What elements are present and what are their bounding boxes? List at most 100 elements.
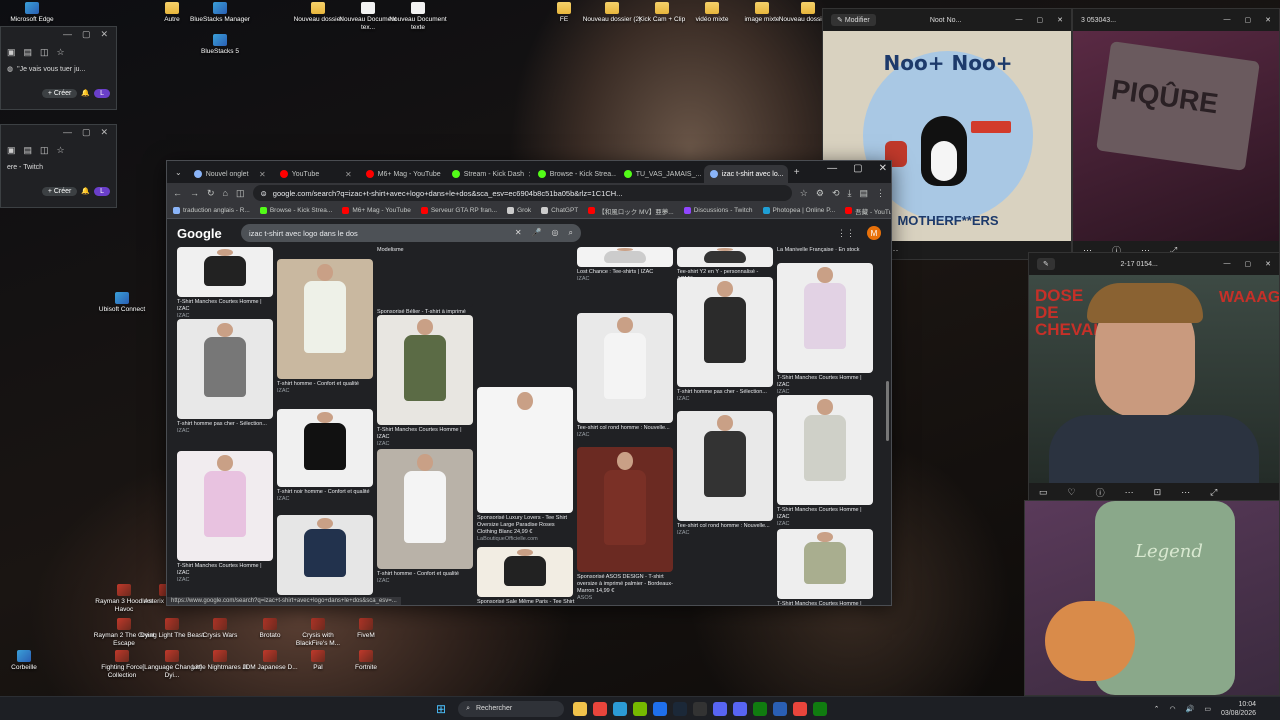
home-icon[interactable]: ⌂: [223, 188, 228, 198]
maximize-icon[interactable]: ▢: [853, 163, 862, 174]
files-icon[interactable]: [573, 701, 588, 716]
side-window-top[interactable]: — ▢ ✕ ▣ ▤ ◫ ☆ ◍ "Je vais vous tuer ju... + Cré…: [0, 26, 117, 110]
result-image[interactable]: [377, 247, 473, 307]
forward-icon[interactable]: →: [190, 188, 199, 198]
result-caption[interactable]: T-Shirt Manches Courtes Homme | IZACIZAC: [177, 563, 275, 584]
desktop-icon[interactable]: BlueStacks 5: [188, 34, 252, 56]
bookmark[interactable]: Grok: [507, 207, 531, 214]
window-controls[interactable]: — ▢ ✕: [1, 27, 116, 43]
mic-icon[interactable]: 🎤: [532, 228, 542, 238]
browser-tab[interactable]: Nouvel onglet ✕: [188, 165, 272, 183]
obs-icon[interactable]: [693, 701, 708, 716]
create-button[interactable]: + Créer: [41, 88, 78, 98]
taskbar-search[interactable]: ⌕ Rechercher: [458, 700, 565, 717]
menu-icon[interactable]: ⋮: [876, 188, 885, 199]
side-window-bottom[interactable]: — ▢ ✕ ▣ ▤ ◫ ☆ ere - Twitch + Créer 🔔 L: [0, 124, 117, 208]
avatar[interactable]: L: [94, 88, 110, 98]
account-avatar[interactable]: M: [867, 226, 881, 240]
result-image[interactable]: [277, 409, 373, 487]
result-caption[interactable]: T-shirt homme pas cher - Sélection... IZA…: [177, 421, 275, 435]
lens-icon[interactable]: ◎: [552, 228, 559, 238]
result-caption[interactable]: T-shirt homme pas cher - Sélection... IZA…: [677, 389, 775, 403]
app-icon[interactable]: [773, 701, 788, 716]
result-image[interactable]: [177, 247, 273, 297]
sidebar-icon[interactable]: ◫: [236, 188, 245, 199]
list-item[interactable]: ◍ "Je vais vous tuer ju...: [1, 61, 116, 77]
search-icon[interactable]: ⌕: [569, 228, 573, 238]
bookmark[interactable]: Discussions - Twitch: [683, 207, 753, 214]
result-caption[interactable]: T-Shirt Manches Courtes Homme | IZACIZAC: [777, 507, 875, 528]
toolbar-icons[interactable]: ▣ ▤ ◫ ☆: [1, 141, 116, 159]
discord-2-icon[interactable]: [733, 701, 748, 716]
desktop-icon[interactable]: Fortnite: [334, 650, 398, 672]
browser-tab[interactable]: TU_VAS_JAMAIS_...✕: [618, 165, 702, 183]
desktop-icon[interactable]: FiveM: [334, 618, 398, 640]
result-image[interactable]: [277, 259, 373, 379]
desktop-icon[interactable]: BlueStacks Manager: [188, 2, 252, 24]
result-image[interactable]: [277, 515, 373, 595]
minimize-icon[interactable]: —: [827, 163, 837, 174]
close-tab-icon[interactable]: ✕: [528, 170, 530, 179]
apps-icon[interactable]: ⋮⋮: [837, 228, 855, 239]
result-caption[interactable]: T-Shirt Manches Courtes Homme | IZACIZAC: [377, 427, 475, 448]
battery-icon[interactable]: ▭: [1204, 705, 1211, 713]
result-caption[interactable]: T-Shirt Manches Courtes Homme | IZACIZAC: [177, 299, 275, 320]
browser-window[interactable]: ⌄ Nouvel onglet ✕ YouTube ✕ M6+ Mag - YouTub…: [166, 160, 892, 606]
result-caption[interactable]: T-shirt homme - Confort et qualité IZAC: [277, 381, 375, 395]
window-controls[interactable]: — ▢ ✕: [1224, 260, 1272, 268]
result-image[interactable]: [777, 395, 873, 505]
list-item[interactable]: ere - Twitch: [1, 159, 116, 175]
media-window-titlebar[interactable]: 3 053043... — ▢ ✕: [1073, 9, 1279, 31]
extension-icon[interactable]: ⚙: [816, 188, 824, 199]
chrome-icon[interactable]: [593, 701, 608, 716]
result-caption[interactable]: T-Shirt Manches Courtes Homme | IZACIZAC: [777, 601, 875, 605]
chevron-up-icon[interactable]: ⌃: [1154, 705, 1160, 713]
result-caption[interactable]: Sponsorisé ASOS DESIGN - T-shirt oversiz…: [577, 574, 675, 602]
result-image[interactable]: [777, 263, 873, 373]
result-caption[interactable]: Tee-shirt col rond homme : Nouvelle... IZ…: [677, 523, 775, 537]
nvidia-icon[interactable]: [633, 701, 648, 716]
desktop-icon[interactable]: Microsoft Edge: [0, 2, 64, 24]
desktop-icon[interactable]: Corbeille: [0, 650, 56, 672]
result-image[interactable]: [377, 449, 473, 569]
search-input[interactable]: izac t-shirt avec logo dans le dos ✕ 🎤 ◎ ⌕: [241, 224, 581, 242]
result-image[interactable]: [377, 315, 473, 425]
browser-tab[interactable]: Stream - Kick Dash ✕: [446, 165, 530, 183]
wifi-icon[interactable]: ◠: [1170, 705, 1176, 713]
site-info-icon[interactable]: ⊜: [261, 189, 267, 198]
desktop-icon[interactable]: Nouveau Document texte: [386, 2, 450, 32]
close-icon[interactable]: ✕: [879, 163, 887, 174]
result-image[interactable]: [677, 247, 773, 267]
result-caption[interactable]: Sponsorisé Luxury Lovers - Tee Shirt Ove…: [477, 515, 575, 543]
clock[interactable]: 10:04 03/08/2026: [1221, 700, 1256, 718]
media-window-titlebar[interactable]: ✎ 2-17 0154... — ▢ ✕: [1029, 253, 1279, 275]
discord-icon[interactable]: [713, 701, 728, 716]
bookmark[interactable]: ChatGPT: [541, 207, 578, 214]
result-caption[interactable]: Lost Chance : Tee-shirts | IZAC IZAC: [577, 269, 675, 283]
browser-tab[interactable]: Browse - Kick Strea...✕: [532, 165, 616, 183]
back-icon[interactable]: ←: [173, 188, 182, 198]
store-icon[interactable]: [653, 701, 668, 716]
bookmark[interactable]: 【和風ロック MV】亜夢...: [588, 206, 674, 216]
result-caption[interactable]: T-shirt noir homme - Confort et qualité I…: [277, 489, 375, 503]
media-window-dose[interactable]: ✎ 2-17 0154... — ▢ ✕ DOSE DE CHEVAL WAAAG …: [1028, 252, 1280, 502]
result-image[interactable]: [177, 451, 273, 561]
result-caption[interactable]: T-shirt homme - Confort et qualité IZAC: [377, 571, 475, 585]
new-tab-button[interactable]: +: [790, 167, 804, 178]
result-image[interactable]: [577, 247, 673, 267]
browser-tab[interactable]: YouTube ✕: [274, 165, 358, 183]
browser-tab[interactable]: izac t-shirt avec lo...✕: [703, 165, 788, 183]
media-controls[interactable]: ▭ ♡ ⓘ ⋯ ⊡ ⋯ ⤢: [1029, 483, 1279, 501]
media-window-piqure[interactable]: 3 053043... — ▢ ✕ PIQÛRE ⋯ ⓘ ⋯ ⤢: [1072, 8, 1280, 260]
result-image[interactable]: [677, 411, 773, 521]
download-icon[interactable]: ⤓: [848, 188, 852, 199]
desktop-icon[interactable]: Ubisoft Connect: [90, 292, 154, 314]
result-image[interactable]: [477, 387, 573, 513]
history-icon[interactable]: ⟲: [832, 188, 840, 199]
media-window-titlebar[interactable]: ✎ Modifier Noot No... — ▢ ✕: [823, 9, 1071, 31]
bookmark[interactable]: Serveur GTA RP fran...: [420, 207, 497, 214]
volume-icon[interactable]: 🔊: [1186, 705, 1195, 713]
result-caption[interactable]: Sponsorisé Sale Même Paris - Tee Shirt O…: [477, 599, 575, 605]
scrollbar[interactable]: [886, 381, 889, 441]
star-icon[interactable]: ☆: [800, 188, 808, 199]
